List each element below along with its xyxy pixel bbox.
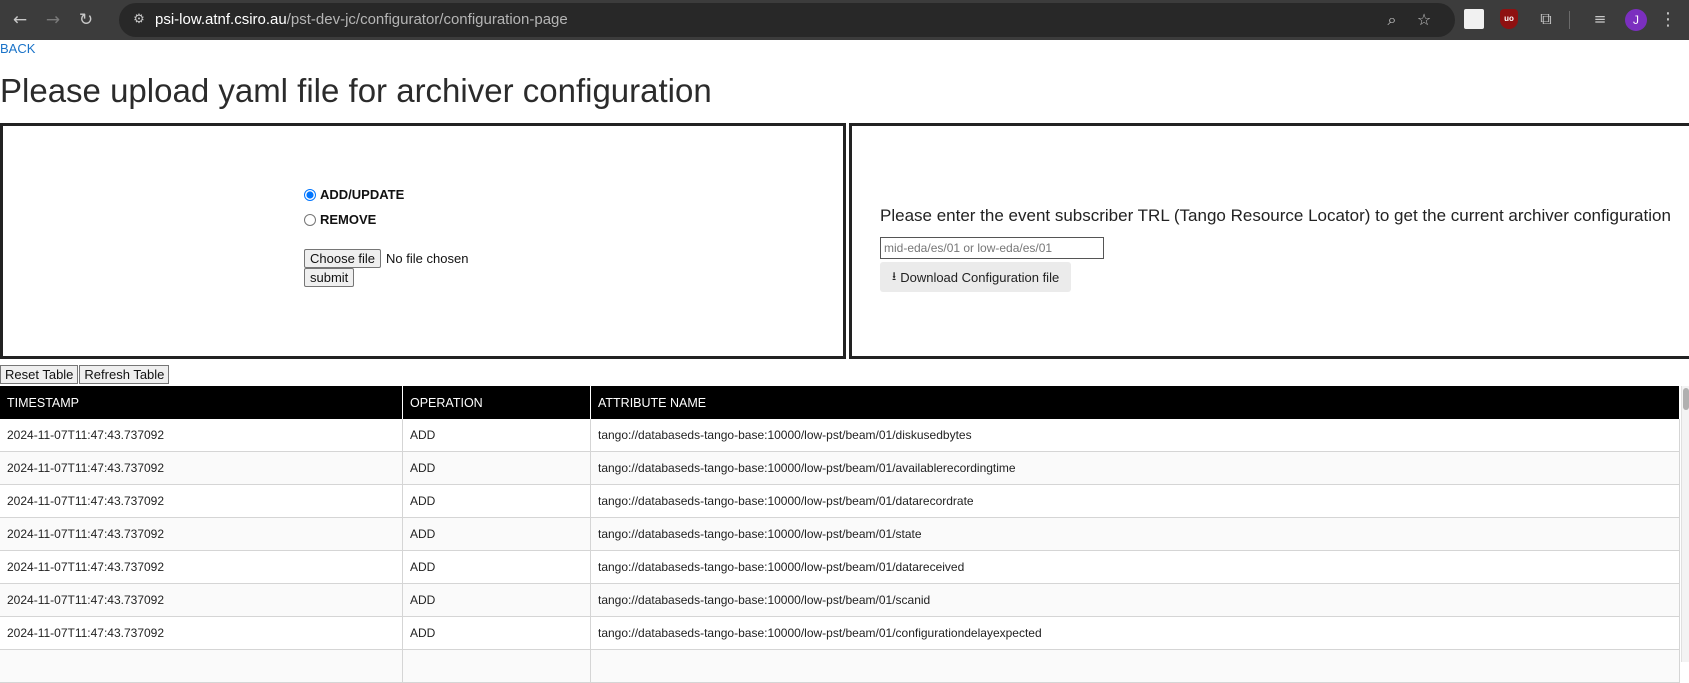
url-text[interactable]: psi-low.atnf.csiro.au/pst-dev-jc/configu…: [155, 3, 568, 37]
file-status: No file chosen: [386, 251, 469, 266]
table-row[interactable]: 2024-11-07T11:47:43.737092 ADD tango://d…: [0, 583, 1680, 617]
cell-timestamp: 2024-11-07T11:47:43.737092: [0, 484, 403, 518]
cell-timestamp: 2024-11-07T11:47:43.737092: [0, 517, 403, 551]
add-update-radio[interactable]: [304, 188, 316, 201]
scrollbar-thumb[interactable]: [1683, 388, 1689, 410]
reload-icon[interactable]: ↻: [74, 8, 98, 32]
url-host: psi-low.atnf.csiro.au: [155, 11, 287, 28]
sheet-extension-icon[interactable]: [1464, 9, 1484, 29]
cell-timestamp: 2024-11-07T11:47:43.737092: [0, 583, 403, 617]
cell-operation: ADD: [402, 616, 591, 650]
ublock-extension-icon[interactable]: uo: [1500, 9, 1518, 29]
table-row[interactable]: 2024-11-07T11:47:43.737092 ADD tango://d…: [0, 419, 1680, 452]
browser-toolbar: ← → ↻ ⚙ psi-low.atnf.csiro.au/pst-dev-jc…: [0, 0, 1689, 40]
toolbar-divider: [1569, 11, 1570, 29]
cell-timestamp: 2024-11-07T11:47:43.737092: [0, 419, 403, 452]
table-row[interactable]: 2024-11-07T11:47:43.737092 ADD tango://d…: [0, 550, 1680, 584]
table-row[interactable]: [0, 649, 1680, 683]
cell-operation: ADD: [402, 419, 591, 452]
add-update-option[interactable]: ADD/UPDATE: [304, 187, 404, 202]
download-icon: ⭳: [892, 268, 897, 283]
file-picker: Choose file No file chosen: [304, 249, 468, 268]
table-controls: Reset Table Refresh Table: [0, 365, 170, 384]
remove-label: REMOVE: [320, 212, 377, 227]
cell-operation: ADD: [402, 484, 591, 518]
download-configuration-button[interactable]: ⭳ Download Configuration file: [880, 262, 1072, 292]
cell-timestamp: 2024-11-07T11:47:43.737092: [0, 451, 403, 485]
cell-timestamp: 2024-11-07T11:47:43.737092: [0, 616, 403, 650]
browser-menu-icon[interactable]: ⋮: [1658, 8, 1678, 32]
archiver-config-table: TIMESTAMP OPERATION ATTRIBUTE NAME 2024-…: [0, 386, 1680, 683]
trl-input[interactable]: [880, 237, 1104, 259]
cell-operation: ADD: [402, 451, 591, 485]
bookmark-star-icon[interactable]: ☆: [1413, 9, 1435, 31]
refresh-table-button[interactable]: Refresh Table: [79, 365, 170, 384]
cell-attribute-name: tango://databaseds-tango-base:10000/low-…: [590, 419, 1680, 452]
cell-operation: ADD: [402, 517, 591, 551]
table-header-row: TIMESTAMP OPERATION ATTRIBUTE NAME: [0, 386, 1680, 419]
submit-button[interactable]: submit: [304, 268, 355, 287]
download-panel: Please enter the event subscriber TRL (T…: [849, 123, 1689, 359]
url-path: /pst-dev-jc/configurator/configuration-p…: [286, 11, 568, 28]
back-arrow-icon[interactable]: ←: [8, 8, 32, 32]
cell-attribute-name: tango://databaseds-tango-base:10000/low-…: [590, 616, 1680, 650]
table-row[interactable]: 2024-11-07T11:47:43.737092 ADD tango://d…: [0, 484, 1680, 518]
cell-timestamp: 2024-11-07T11:47:43.737092: [0, 550, 403, 584]
cell-operation: ADD: [402, 583, 591, 617]
reset-table-button[interactable]: Reset Table: [0, 365, 79, 384]
address-bar[interactable]: ⚙ psi-low.atnf.csiro.au/pst-dev-jc/confi…: [119, 3, 1455, 37]
add-update-label: ADD/UPDATE: [320, 187, 405, 202]
table-scrollbar[interactable]: [1681, 386, 1689, 662]
header-timestamp[interactable]: TIMESTAMP: [0, 386, 403, 419]
page-title: Please upload yaml file for archiver con…: [0, 72, 712, 109]
zoom-icon[interactable]: ⌕: [1381, 9, 1403, 31]
media-controls-icon[interactable]: ≡: [1590, 9, 1610, 29]
forward-arrow-icon[interactable]: →: [41, 8, 65, 32]
header-operation[interactable]: OPERATION: [402, 386, 591, 419]
cell-operation: ADD: [402, 550, 591, 584]
download-button-label: Download Configuration file: [900, 269, 1060, 285]
cell-attribute-name: tango://databaseds-tango-base:10000/low-…: [590, 517, 1680, 551]
cell-attribute-name: tango://databaseds-tango-base:10000/low-…: [590, 451, 1680, 485]
remove-radio[interactable]: [304, 213, 316, 226]
header-attribute-name[interactable]: ATTRIBUTE NAME: [590, 386, 1680, 419]
site-info-icon[interactable]: ⚙: [131, 12, 147, 28]
cell-attribute-name: tango://databaseds-tango-base:10000/low-…: [590, 550, 1680, 584]
cell-attribute-name: tango://databaseds-tango-base:10000/low-…: [590, 484, 1680, 518]
profile-avatar[interactable]: J: [1625, 9, 1647, 31]
cell-timestamp: [0, 649, 403, 683]
table-row[interactable]: 2024-11-07T11:47:43.737092 ADD tango://d…: [0, 451, 1680, 485]
cell-attribute-name: [590, 649, 1680, 683]
cell-operation: [402, 649, 591, 683]
choose-file-button[interactable]: Choose file: [304, 249, 382, 268]
cell-attribute-name: tango://databaseds-tango-base:10000/low-…: [590, 583, 1680, 617]
upload-panel: ADD/UPDATE REMOVE Choose file No file ch…: [0, 123, 846, 359]
extensions-puzzle-icon[interactable]: ⧉: [1536, 9, 1556, 29]
trl-instruction: Please enter the event subscriber TRL (T…: [880, 206, 1671, 225]
table-row[interactable]: 2024-11-07T11:47:43.737092 ADD tango://d…: [0, 517, 1680, 551]
back-link[interactable]: BACK: [0, 41, 35, 56]
remove-option[interactable]: REMOVE: [304, 212, 376, 227]
table-row[interactable]: 2024-11-07T11:47:43.737092 ADD tango://d…: [0, 616, 1680, 650]
